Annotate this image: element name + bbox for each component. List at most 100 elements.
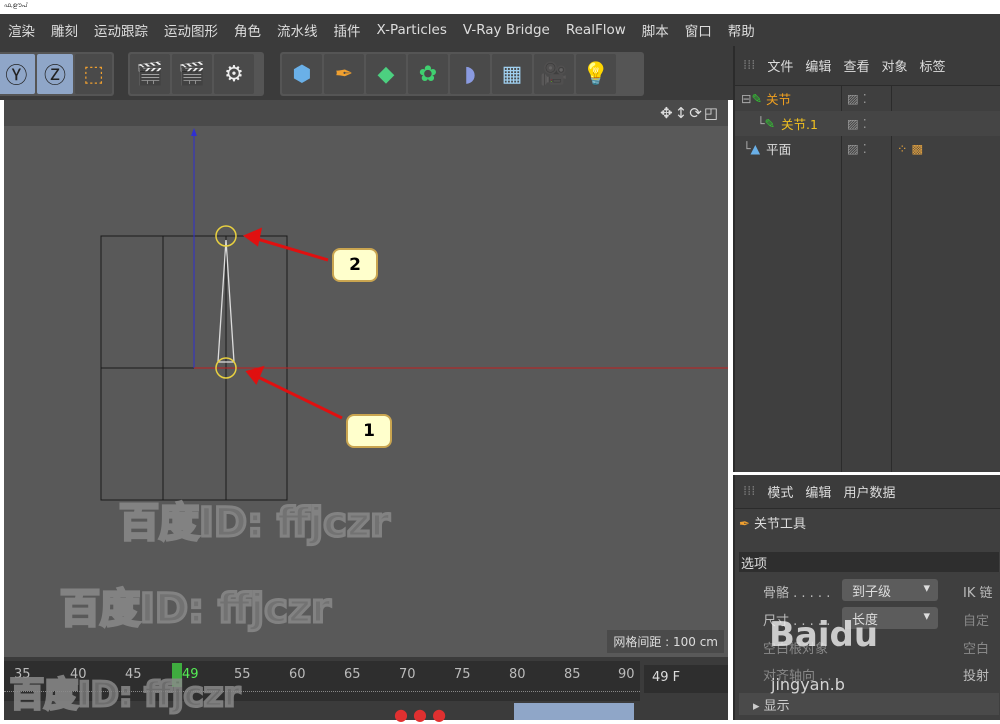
callout-label-2: 2 bbox=[332, 248, 378, 282]
joint-icon: ✎ bbox=[751, 91, 762, 106]
joint-tool-icon: ✒ bbox=[739, 517, 750, 532]
menu-view[interactable]: 查看 bbox=[843, 56, 869, 75]
grid-spacing-label: 网格间距 : 100 cm bbox=[607, 630, 724, 653]
menu-help[interactable]: 帮助 bbox=[720, 20, 763, 40]
callout-arrow-2 bbox=[253, 236, 329, 262]
menu-script[interactable]: 脚本 bbox=[634, 20, 677, 40]
render-view-icon[interactable]: 🎬 bbox=[130, 54, 170, 94]
axis-tool-group: Ⓨ Ⓩ ⬚ bbox=[0, 52, 114, 96]
current-frame-field[interactable]: 49 F bbox=[644, 665, 728, 693]
tool-name: 关节工具 bbox=[754, 517, 807, 532]
key-mode-buttons[interactable] bbox=[514, 703, 634, 720]
menu-render[interactable]: 渲染 bbox=[0, 20, 43, 40]
object-row-joint-1[interactable]: └ ✎ 关节.1 ▨ ⁚ bbox=[735, 111, 1000, 136]
menu-sculpt[interactable]: 雕刻 bbox=[43, 20, 86, 40]
tool-header: ✒ 关节工具 bbox=[739, 513, 806, 532]
menu-bar: 渲染 雕刻 运动跟踪 运动图形 角色 流水线 插件 X-Particles V-… bbox=[0, 14, 1000, 46]
tick-label: 80 bbox=[509, 667, 526, 682]
y-axis-lock-icon[interactable]: Ⓨ bbox=[0, 54, 35, 94]
display-section[interactable]: ▸ 显示 bbox=[739, 693, 999, 715]
menu-motion-tracking[interactable]: 运动跟踪 bbox=[86, 20, 156, 40]
title-strip: ഫ,ഊപ് bbox=[0, 0, 1000, 14]
tick-label: 85 bbox=[564, 667, 581, 682]
ik-chain-label: IK 链 bbox=[963, 586, 993, 601]
object-row-joint[interactable]: ⊟ ✎ 关节 ▨ ⁚ bbox=[735, 86, 1000, 111]
grip-icon: ⁞⁞⁞ bbox=[743, 484, 756, 499]
display-label: 显示 bbox=[763, 699, 790, 714]
callout-arrow-1 bbox=[255, 374, 343, 420]
menu-realflow[interactable]: RealFlow bbox=[558, 22, 634, 38]
arrow-head-1 bbox=[245, 365, 265, 385]
object-manager: ⁞⁞⁞ 文件 编辑 查看 对象 标签 ⊟ ✎ 关节 ▨ ⁚ └ ✎ 关节.1 ▨ ⁚… bbox=[733, 46, 1000, 472]
tick-label: 65 bbox=[344, 667, 361, 682]
menu-mode[interactable]: 模式 bbox=[767, 482, 793, 501]
menu-plugins[interactable]: 插件 bbox=[326, 20, 369, 40]
bone-label: 骨骼 . . . . . bbox=[763, 586, 831, 601]
deformer-icon[interactable]: ◗ bbox=[450, 54, 490, 94]
tick-label: 90 bbox=[618, 667, 635, 682]
watermark-text: 百度ID: ffjczr bbox=[118, 499, 392, 548]
menu-window[interactable]: 窗口 bbox=[677, 20, 720, 40]
menu-edit[interactable]: 编辑 bbox=[805, 482, 831, 501]
grip-icon: ⁞⁞⁞ bbox=[743, 58, 756, 73]
attribute-manager-menu: ⁞⁞⁞ 模式 编辑 用户数据 bbox=[735, 475, 1000, 509]
menu-character[interactable]: 角色 bbox=[226, 20, 269, 40]
pen-spline-icon[interactable]: ✒ bbox=[324, 54, 364, 94]
object-name: 关节.1 bbox=[781, 117, 818, 132]
object-name: 平面 bbox=[766, 142, 792, 157]
render-settings-icon[interactable]: ⚙ bbox=[214, 54, 254, 94]
tick-label: 60 bbox=[289, 667, 306, 682]
object-create-group: ⬢ ✒ ◆ ✿ ◗ ▦ 🎥 💡 bbox=[280, 52, 644, 96]
custom-label: 自定 bbox=[963, 614, 990, 629]
z-axis-lock-icon[interactable]: Ⓩ bbox=[36, 54, 74, 94]
menu-mograph[interactable]: 运动图形 bbox=[156, 20, 226, 40]
watermark-text: 百度ID: ffjczr bbox=[59, 585, 333, 634]
coordinate-system-icon[interactable]: ⬚ bbox=[75, 54, 113, 94]
menu-pipeline[interactable]: 流水线 bbox=[269, 20, 326, 40]
light-icon[interactable]: 💡 bbox=[576, 54, 616, 94]
cloner-icon[interactable]: ✿ bbox=[408, 54, 448, 94]
render-picture-viewer-icon[interactable]: 🎬 bbox=[172, 54, 212, 94]
tick-label: 75 bbox=[454, 667, 471, 682]
material-tag-icon[interactable]: ⁘ ▩ bbox=[897, 141, 923, 156]
camera-icon[interactable]: 🎥 bbox=[534, 54, 574, 94]
baidu-logo-watermark: Baidu bbox=[769, 615, 879, 655]
viewport[interactable]: ✥↕⟳◰ 2 1 百度ID: ffjczr 百度ID: ffjczr 网格间距 … bbox=[4, 100, 728, 657]
object-manager-menu: ⁞⁞⁞ 文件 编辑 查看 对象 标签 bbox=[735, 46, 1000, 86]
visibility-toggle-icon[interactable]: ▨ ⁚ bbox=[847, 116, 867, 131]
visibility-toggle-icon[interactable]: ▨ ⁚ bbox=[847, 141, 867, 156]
toolbar: Ⓨ Ⓩ ⬚ 🎬 🎬 ⚙ ⬢ ✒ ◆ ✿ ◗ ▦ 🎥 💡 bbox=[0, 46, 733, 100]
menu-x-particles[interactable]: X-Particles bbox=[369, 22, 455, 38]
tree-expand-icon[interactable]: ⊟ bbox=[741, 91, 751, 106]
subdivision-icon[interactable]: ◆ bbox=[366, 54, 406, 94]
timeline[interactable]: 35 40 45 49 55 60 65 70 75 80 85 90 49 F… bbox=[4, 657, 728, 724]
plane-icon: ▲ bbox=[750, 141, 761, 156]
project-label: 投射 bbox=[963, 669, 990, 684]
y-axis-arrow bbox=[191, 128, 197, 136]
null-label: 空白 bbox=[963, 642, 990, 657]
joint-icon: ✎ bbox=[764, 116, 776, 131]
watermark-text: 百度ID: ffjczr bbox=[8, 674, 241, 717]
object-row-plane[interactable]: └ ▲ 平面 ▨ ⁚ ⁘ ▩ bbox=[735, 136, 1000, 161]
baidu-jingyan-watermark: jingyan.b bbox=[771, 675, 845, 694]
arrow-head-2 bbox=[242, 227, 263, 247]
viewport-nav-icons[interactable]: ✥↕⟳◰ bbox=[660, 104, 720, 122]
expand-arrow-icon: ▸ bbox=[753, 699, 760, 714]
cube-icon[interactable]: ⬢ bbox=[282, 54, 322, 94]
bone-dropdown[interactable]: 到子级 bbox=[842, 579, 938, 601]
keyframe-buttons-icon[interactable]: ● ● ● bbox=[394, 705, 446, 724]
menu-tags[interactable]: 标签 bbox=[919, 56, 945, 75]
menu-vray-bridge[interactable]: V-Ray Bridge bbox=[455, 22, 558, 38]
visibility-toggle-icon[interactable]: ▨ ⁚ bbox=[847, 91, 867, 106]
tick-label: 70 bbox=[399, 667, 416, 682]
object-name: 关节 bbox=[765, 92, 791, 107]
render-group: 🎬 🎬 ⚙ bbox=[128, 52, 264, 96]
menu-file[interactable]: 文件 bbox=[767, 56, 793, 75]
callout-label-1: 1 bbox=[346, 414, 392, 448]
options-tab[interactable]: 选项 bbox=[739, 552, 999, 572]
attribute-manager: ⁞⁞⁞ 模式 编辑 用户数据 ✒ 关节工具 选项 骨骼 . . . . . 到子… bbox=[733, 475, 1000, 720]
menu-user-data[interactable]: 用户数据 bbox=[843, 482, 895, 501]
floor-icon[interactable]: ▦ bbox=[492, 54, 532, 94]
menu-object[interactable]: 对象 bbox=[881, 56, 907, 75]
menu-edit[interactable]: 编辑 bbox=[805, 56, 831, 75]
